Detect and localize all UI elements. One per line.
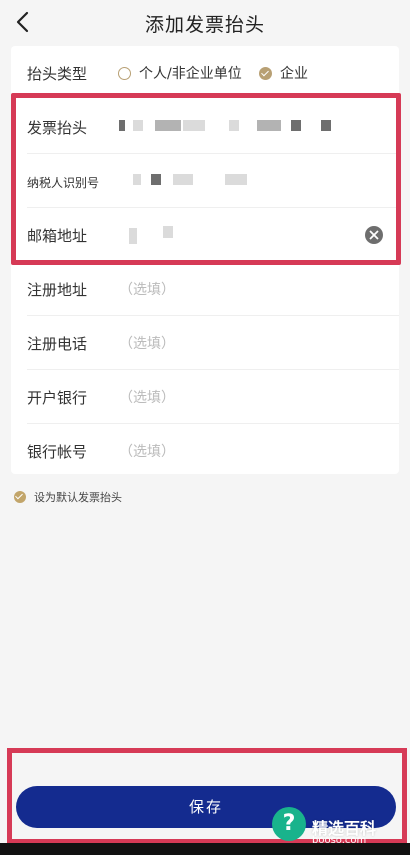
bank-name-row[interactable]: 开户银行 （选填） <box>11 370 399 424</box>
default-checkbox[interactable]: 设为默认发票抬头 <box>14 489 122 505</box>
registered-phone-label: 注册电话 <box>27 335 88 353</box>
bottom-bar <box>0 843 410 855</box>
radio-company-label: 企业 <box>280 66 308 82</box>
bank-account-label: 银行帐号 <box>27 443 88 461</box>
invoice-type-label: 抬头类型 <box>27 65 88 83</box>
radio-circle-icon <box>118 66 131 80</box>
registered-phone-row[interactable]: 注册电话 （选填） <box>11 316 399 370</box>
check-circle-icon <box>14 491 26 503</box>
radio-company[interactable]: 企业 <box>259 63 308 83</box>
header: 添加发票抬头 <box>0 0 410 46</box>
radio-individual-label: 个人/非企业单位 <box>139 66 242 82</box>
highlight-frame-fields <box>11 93 401 265</box>
page-title: 添加发票抬头 <box>144 14 265 36</box>
radio-individual[interactable]: 个人/非企业单位 <box>118 63 242 83</box>
question-icon: ? <box>272 807 306 841</box>
bank-name-label: 开户银行 <box>27 389 88 407</box>
bank-name-input[interactable]: （选填） <box>119 387 175 407</box>
registered-address-row[interactable]: 注册地址 （选填） <box>11 262 399 316</box>
registered-address-input[interactable]: （选填） <box>119 279 175 299</box>
bank-account-row[interactable]: 银行帐号 （选填） <box>11 424 399 478</box>
default-checkbox-label: 设为默认发票抬头 <box>34 491 122 504</box>
registered-address-label: 注册地址 <box>27 281 88 299</box>
invoice-type-row: 抬头类型 个人/非企业单位 企业 <box>11 46 399 100</box>
radio-checked-icon <box>259 66 272 80</box>
registered-phone-input[interactable]: （选填） <box>119 333 175 353</box>
bank-account-input[interactable]: （选填） <box>119 441 175 461</box>
